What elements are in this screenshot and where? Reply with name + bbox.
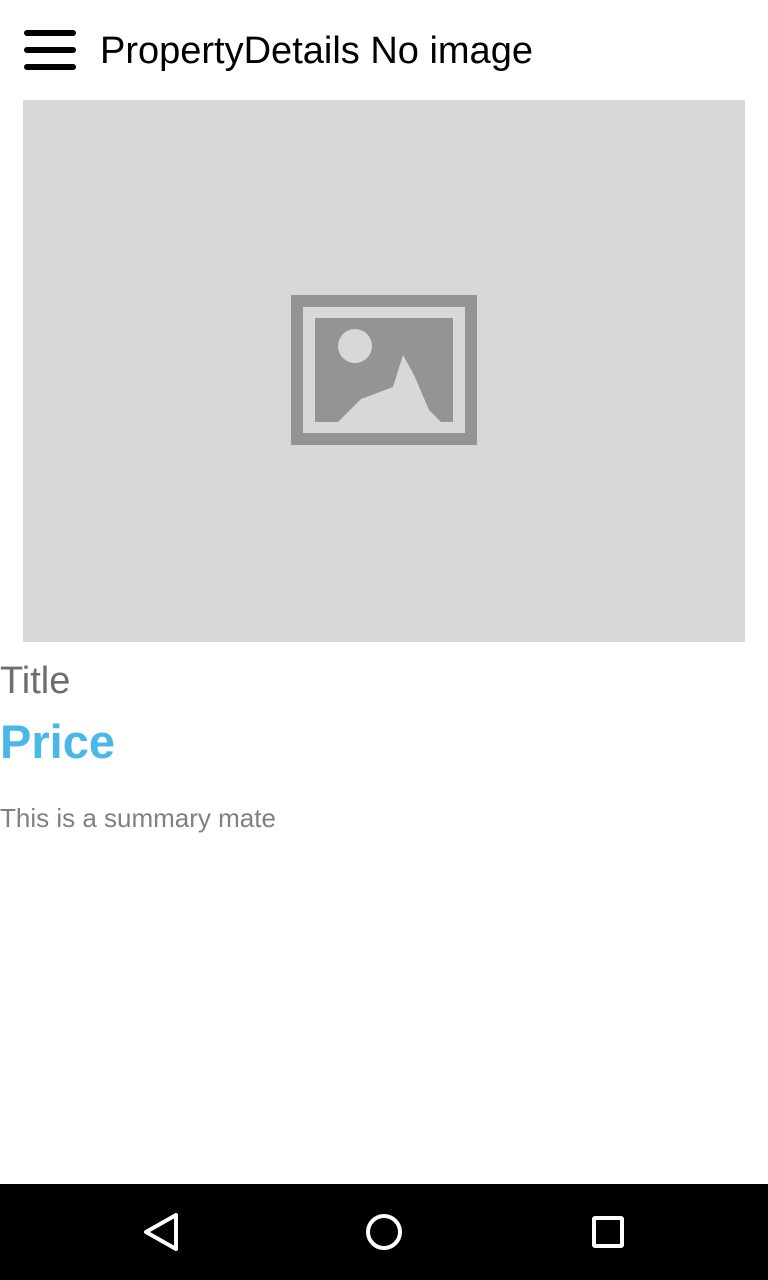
property-price: Price (0, 715, 115, 768)
recents-square-icon (592, 1216, 624, 1248)
property-image (23, 100, 745, 642)
back-button[interactable] (130, 1202, 190, 1262)
hamburger-menu-icon (24, 30, 76, 70)
app-bar: PropertyDetails No image (0, 0, 768, 100)
back-triangle-icon (144, 1213, 178, 1251)
page-title: PropertyDetails No image (100, 30, 533, 72)
home-circle-icon (366, 1214, 402, 1250)
image-placeholder-icon (291, 295, 477, 445)
system-navigation-bar (0, 1184, 768, 1280)
property-details-screen: PropertyDetails No image Title Price Thi… (0, 0, 768, 1280)
property-title: Title (0, 660, 71, 702)
home-button[interactable] (354, 1202, 414, 1262)
property-summary: This is a summary mate (0, 803, 276, 833)
menu-button[interactable] (10, 16, 90, 84)
recents-button[interactable] (578, 1202, 638, 1262)
